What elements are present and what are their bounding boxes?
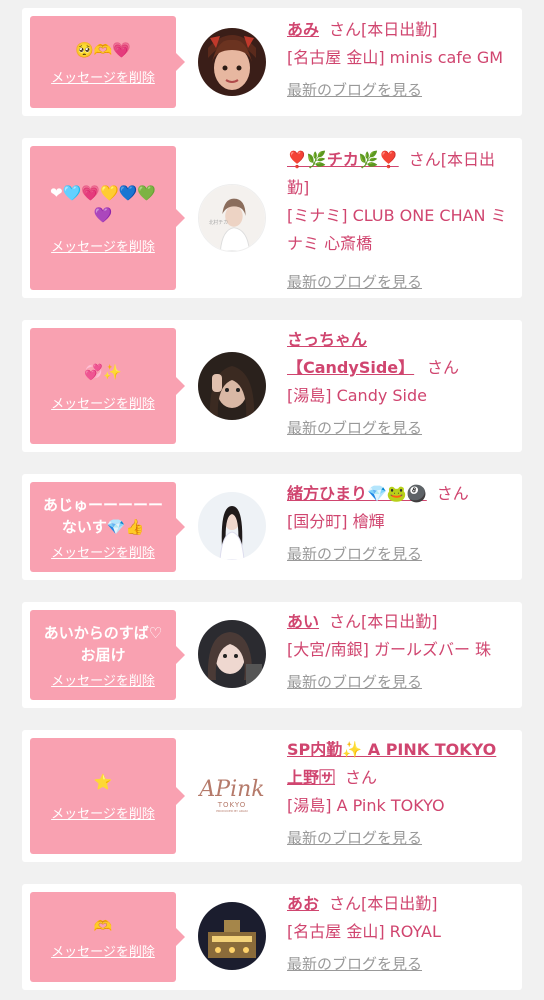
attendance-status: [本日出勤] bbox=[361, 612, 438, 631]
avatar[interactable]: 北村チカ bbox=[198, 184, 266, 252]
message-card: 🫶 メッセージを削除 あお さん[本日出勤] [名古屋 金山] ROYAL 最新の… bbox=[22, 884, 522, 990]
message-bubble: 🫶 メッセージを削除 bbox=[30, 892, 185, 982]
bubble-message: 🥺🫶💗 bbox=[74, 40, 132, 59]
delete-message-link[interactable]: メッセージを削除 bbox=[51, 542, 155, 561]
message-bubble: ❤🩵💗💛💙💚💜 メッセージを削除 bbox=[30, 146, 185, 290]
message-bubble: あいからのすば♡お届け メッセージを削除 bbox=[30, 610, 185, 700]
delete-message-link[interactable]: メッセージを削除 bbox=[51, 670, 155, 689]
brand-logo[interactable]: APink TOKYO PRODUCED BY ARAKI bbox=[198, 762, 266, 830]
san-suffix: さん bbox=[329, 894, 362, 913]
cast-name-link[interactable]: さっちゃん【CandySide】 bbox=[287, 326, 417, 382]
cast-name-link[interactable]: SP内勤✨ A PINK TOKYO 上野🈂 bbox=[287, 740, 496, 787]
cast-name-link[interactable]: あい bbox=[287, 612, 319, 631]
delete-message-link[interactable]: メッセージを削除 bbox=[51, 941, 155, 960]
logo-brand: APink bbox=[199, 777, 265, 802]
cast-name-link[interactable]: あお bbox=[287, 894, 319, 913]
latest-blog-link[interactable]: 最新のブログを見る bbox=[287, 950, 422, 978]
attendance-status: [本日出勤] bbox=[361, 894, 438, 913]
cast-info: あみ さん[本日出勤] [名古屋 金山] minis cafe GM 最新のブログ… bbox=[287, 16, 510, 104]
shop-info: [国分町] 檜輝 bbox=[287, 512, 385, 531]
delete-message-link[interactable]: メッセージを削除 bbox=[51, 236, 155, 255]
bubble-message: 🫶 bbox=[93, 916, 113, 935]
san-suffix: さん bbox=[436, 484, 469, 503]
message-card: 🥺🫶💗 メッセージを削除 あみ さん[本日出勤] [名古屋 金山] minis c… bbox=[22, 8, 522, 116]
message-card: ❤🩵💗💛💙💚💜 メッセージを削除 北村チカ ❣️🌿チカ🌿❣️ さん[本日出勤] [… bbox=[22, 138, 522, 298]
cast-info: 緒方ひまり💎🐸🎱 さん [国分町] 檜輝 最新のブログを見る bbox=[287, 480, 510, 568]
cast-info: あお さん[本日出勤] [名古屋 金山] ROYAL 最新のブログを見る bbox=[287, 890, 510, 978]
latest-blog-link[interactable]: 最新のブログを見る bbox=[287, 824, 422, 852]
cast-name-link[interactable]: 緒方ひまり💎🐸🎱 bbox=[287, 484, 427, 503]
shop-info: [湯島] Candy Side bbox=[287, 386, 428, 405]
svg-text:北村チカ: 北村チカ bbox=[209, 219, 229, 226]
san-suffix: さん bbox=[408, 150, 441, 169]
bubble-message: あじゅーーーーーないす💎👍 bbox=[42, 495, 163, 536]
cast-info: SP内勤✨ A PINK TOKYO 上野🈂 さん [湯島] A Pink TOK… bbox=[287, 736, 510, 852]
message-card: 💞✨ メッセージを削除 さっちゃん【CandySide】 さん [湯島] Cand… bbox=[22, 320, 522, 452]
cast-name-link[interactable]: ❣️🌿チカ🌿❣️ bbox=[287, 150, 399, 169]
message-bubble: ⭐ メッセージを削除 bbox=[30, 738, 185, 854]
logo-tag: PRODUCED BY ARAKI bbox=[216, 809, 248, 813]
bubble-message: あいからのすば♡お届け bbox=[43, 623, 163, 664]
shop-info: [大宮/南銀] ガールズバー 珠 bbox=[287, 640, 492, 659]
latest-blog-link[interactable]: 最新のブログを見る bbox=[287, 414, 422, 442]
latest-blog-link[interactable]: 最新のブログを見る bbox=[287, 540, 422, 568]
avatar[interactable] bbox=[198, 492, 266, 560]
cast-info: さっちゃん【CandySide】 さん [湯島] Candy Side 最新のブロ… bbox=[287, 326, 510, 442]
message-bubble: 🥺🫶💗 メッセージを削除 bbox=[30, 16, 185, 108]
logo-sub: TOKYO bbox=[217, 801, 247, 809]
san-suffix: さん bbox=[427, 358, 460, 377]
san-suffix: さん bbox=[345, 768, 378, 787]
avatar[interactable] bbox=[198, 902, 266, 970]
message-bubble: あじゅーーーーーないす💎👍 メッセージを削除 bbox=[30, 482, 185, 572]
attendance-status: [本日出勤] bbox=[361, 20, 438, 39]
message-card: あじゅーーーーーないす💎👍 メッセージを削除 緒方ひまり💎🐸🎱 さん [国分町] … bbox=[22, 474, 522, 580]
latest-blog-link[interactable]: 最新のブログを見る bbox=[287, 268, 422, 296]
latest-blog-link[interactable]: 最新のブログを見る bbox=[287, 668, 422, 696]
bubble-message: 💞✨ bbox=[84, 362, 122, 381]
message-bubble: 💞✨ メッセージを削除 bbox=[30, 328, 185, 444]
cast-info: ❣️🌿チカ🌿❣️ さん[本日出勤] [ミナミ] CLUB ONE CHAN ミナミ… bbox=[287, 146, 510, 296]
avatar[interactable] bbox=[198, 352, 266, 420]
shop-info: [ミナミ] CLUB ONE CHAN ミナミ 心斎橋 bbox=[287, 206, 507, 253]
delete-message-link[interactable]: メッセージを削除 bbox=[51, 67, 155, 86]
cast-info: あい さん[本日出勤] [大宮/南銀] ガールズバー 珠 最新のブログを見る bbox=[287, 608, 510, 696]
avatar[interactable] bbox=[198, 620, 266, 688]
bubble-message: ❤🩵💗💛💙💚💜 bbox=[50, 183, 156, 224]
message-card: ⭐ メッセージを削除 APink TOKYO PRODUCED BY ARAKI… bbox=[22, 730, 522, 862]
shop-info: [湯島] A Pink TOKYO bbox=[287, 796, 445, 815]
delete-message-link[interactable]: メッセージを削除 bbox=[51, 803, 155, 822]
san-suffix: さん bbox=[329, 612, 362, 631]
message-card: あいからのすば♡お届け メッセージを削除 あい さん[本日出勤] [大宮/南銀] … bbox=[22, 602, 522, 708]
avatar[interactable] bbox=[198, 28, 266, 96]
san-suffix: さん bbox=[329, 20, 362, 39]
delete-message-link[interactable]: メッセージを削除 bbox=[51, 393, 155, 412]
latest-blog-link[interactable]: 最新のブログを見る bbox=[287, 76, 422, 104]
shop-info: [名古屋 金山] minis cafe GM bbox=[287, 48, 504, 67]
cast-name-link[interactable]: あみ bbox=[287, 20, 319, 39]
shop-info: [名古屋 金山] ROYAL bbox=[287, 922, 441, 941]
bubble-message: ⭐ bbox=[93, 772, 113, 791]
